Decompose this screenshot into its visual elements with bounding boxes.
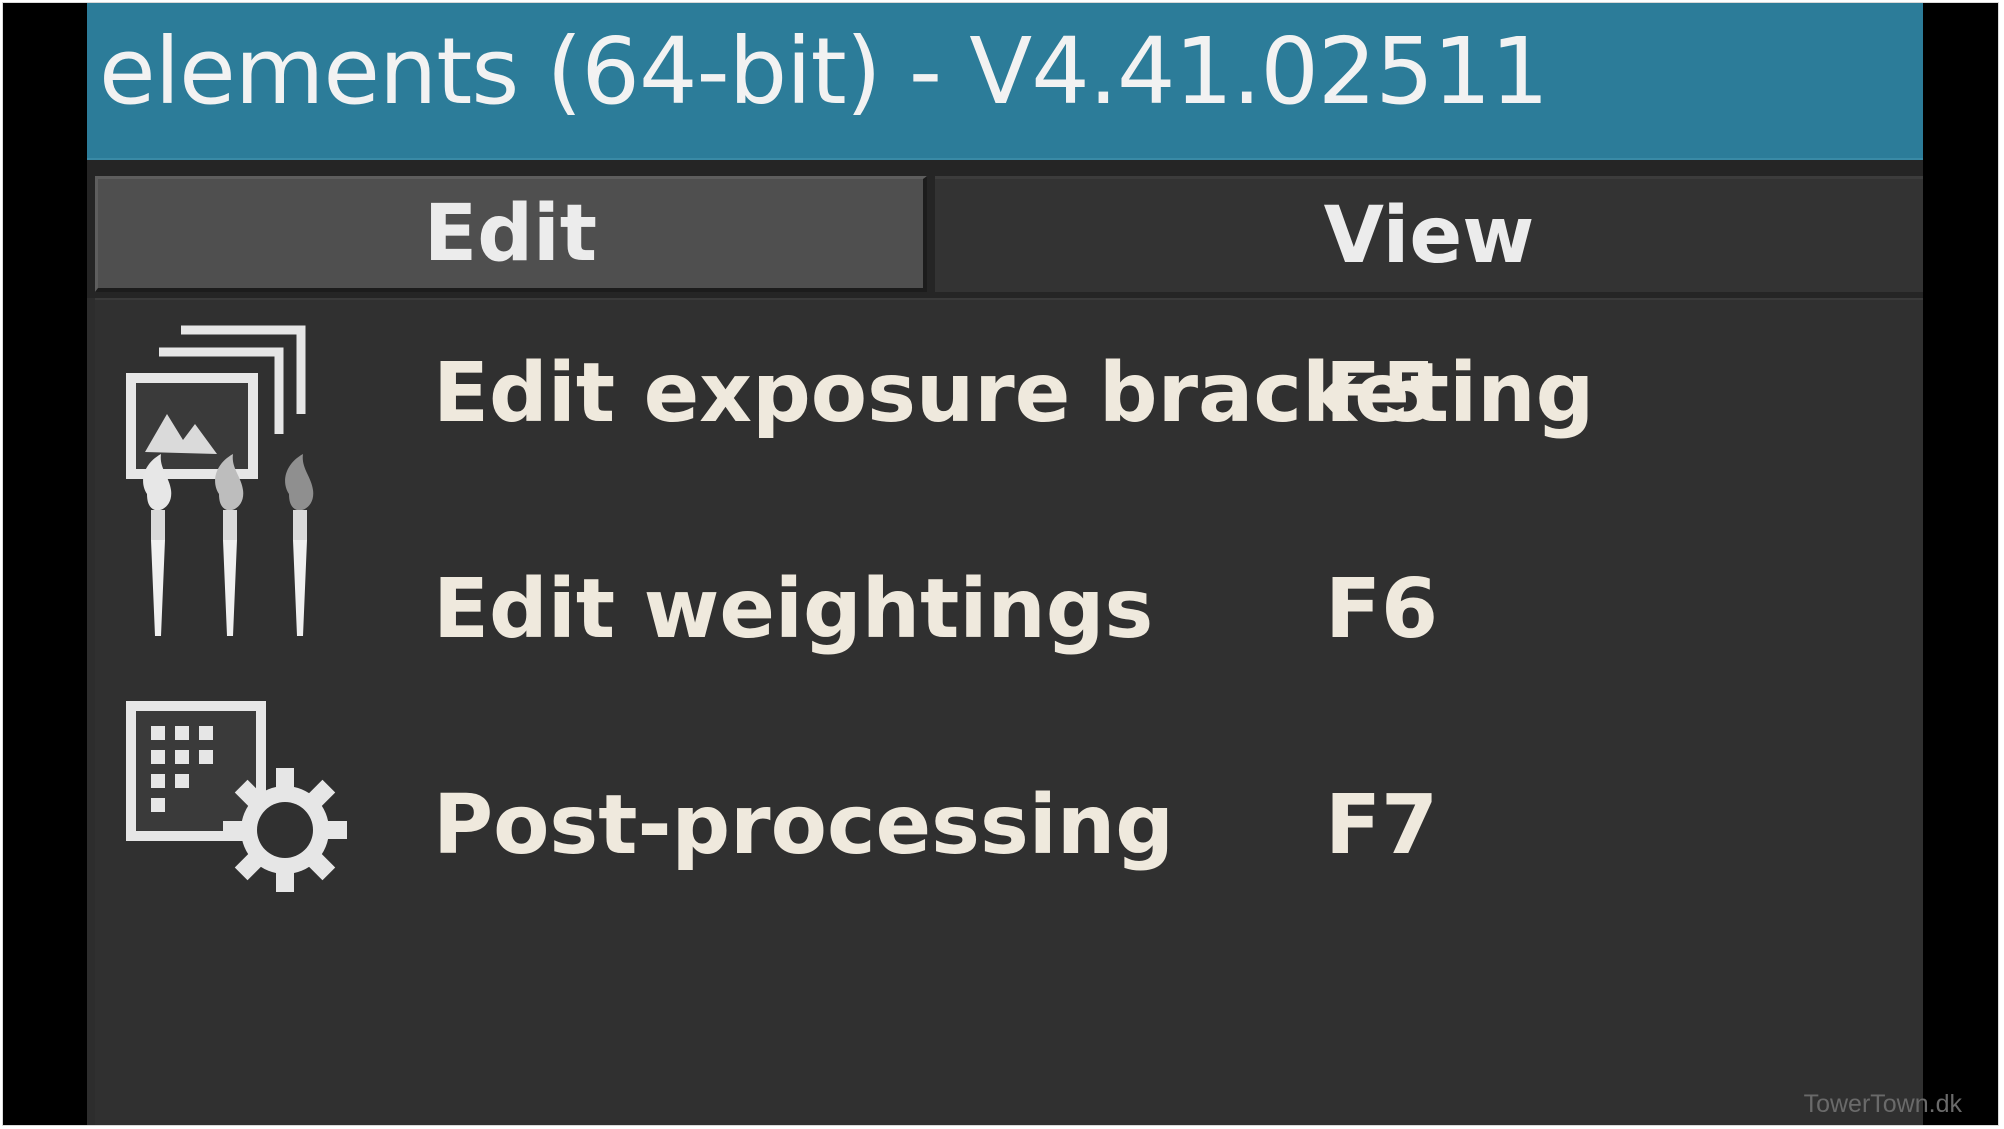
grid-gear-icon xyxy=(126,701,347,892)
menu-item-post-processing[interactable]: Post-processing F7 xyxy=(95,701,1923,1110)
screenshot-frame: elements (64-bit) - V4.41.02511 Edit Vie… xyxy=(2,2,1999,1126)
menu-item-edit-exposure-bracketing[interactable]: Edit exposure bracketing F5 xyxy=(95,300,1923,570)
menu-item-shortcut: F6 xyxy=(1325,562,1439,657)
window-title: elements (64-bit) - V4.41.02511 xyxy=(99,18,1549,125)
paintbrushes-icon xyxy=(143,454,314,636)
menu-item-label: Edit weightings xyxy=(433,562,1154,657)
tab-view[interactable]: View xyxy=(935,176,1923,292)
tab-edit[interactable]: Edit xyxy=(95,176,927,292)
menu-item-shortcut: F5 xyxy=(1325,346,1439,441)
edit-menu-panel: Edit exposure bracketing F5 Edit weighti… xyxy=(95,298,1923,1125)
menu-item-shortcut: F7 xyxy=(1325,778,1439,873)
menu-item-label: Post-processing xyxy=(433,778,1174,873)
watermark: TowerTown.dk xyxy=(1803,1090,1962,1118)
title-bar[interactable]: elements (64-bit) - V4.41.02511 xyxy=(87,3,1923,160)
app-window: elements (64-bit) - V4.41.02511 Edit Vie… xyxy=(87,3,1923,1125)
menu-tab-bar: Edit View xyxy=(87,160,1923,298)
